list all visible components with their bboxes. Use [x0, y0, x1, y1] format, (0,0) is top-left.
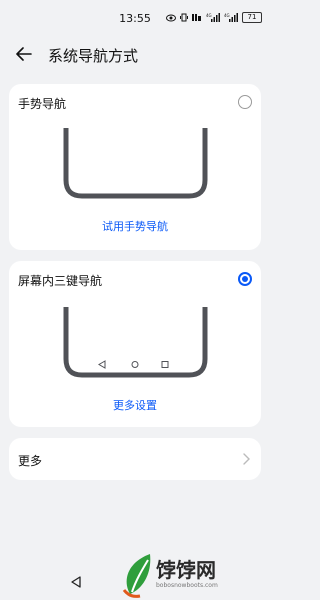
gesture-navigation-title: 手势导航 [18, 97, 67, 111]
svg-text:4G: 4G [224, 13, 230, 18]
battery-indicator: 71 [242, 12, 262, 23]
watermark-logo: 饽饽网 bobosnowboots.com [118, 548, 270, 600]
status-icons: 4G 4G 71 [166, 12, 262, 23]
more-settings-link[interactable]: 更多设置 [9, 397, 261, 413]
back-button[interactable] [14, 44, 34, 64]
more-row[interactable]: 更多 [9, 438, 261, 480]
three-key-navigation-radio[interactable] [238, 272, 252, 286]
chevron-right-icon [243, 453, 250, 465]
4g-signal-icon: 4G [206, 13, 220, 22]
watermark-brand: 饽饽网 [156, 558, 216, 582]
three-key-phone-illustration [63, 307, 208, 378]
three-key-navigation-title: 屏幕内三键导航 [18, 274, 103, 288]
more-label: 更多 [18, 454, 43, 468]
nav-back-icon[interactable] [70, 576, 82, 588]
eye-icon [166, 14, 176, 21]
page-title: 系统导航方式 [48, 47, 139, 65]
header: 系统导航方式 [0, 38, 270, 70]
watermark-url: bobosnowboots.com [156, 582, 218, 589]
three-key-navigation-option[interactable]: 屏幕内三键导航 更多设置 [9, 261, 261, 427]
vibrate-icon [180, 13, 188, 22]
gesture-navigation-radio[interactable] [238, 95, 252, 109]
4g-signal-icon: 4G [224, 13, 238, 22]
try-gesture-navigation-link[interactable]: 试用手势导航 [9, 218, 261, 234]
status-bar: 13:55 4G 4G 71 [0, 0, 270, 36]
volte-icon [192, 14, 201, 21]
svg-text:4G: 4G [206, 13, 212, 18]
leaf-logo-icon [122, 554, 151, 598]
gesture-phone-illustration [63, 128, 208, 199]
gesture-navigation-option[interactable]: 手势导航 试用手势导航 [9, 84, 261, 250]
arrow-left-icon [16, 47, 32, 61]
